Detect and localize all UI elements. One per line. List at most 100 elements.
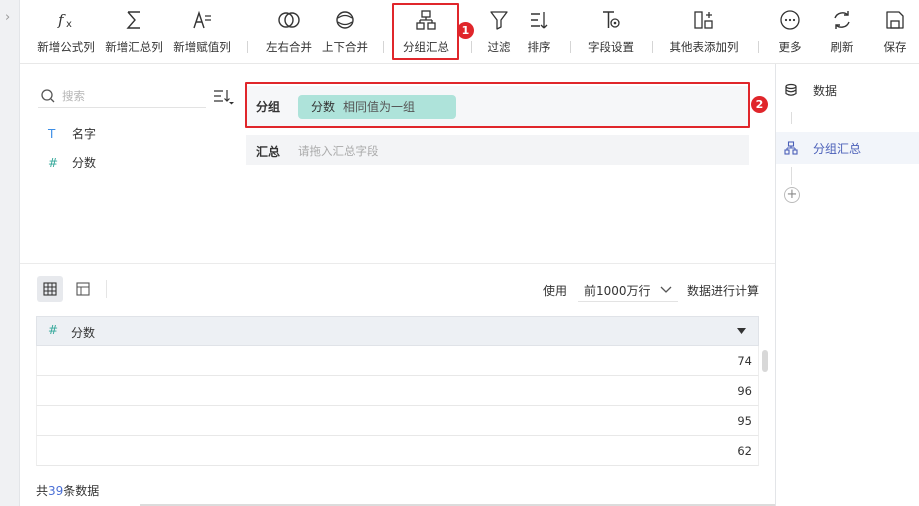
- number-type-icon: #: [48, 156, 59, 170]
- toolbar-divider: [758, 41, 759, 53]
- table-cell: 74: [737, 354, 752, 368]
- step-label: 分组汇总: [813, 142, 862, 156]
- filter-button[interactable]: 过滤: [480, 0, 518, 62]
- view-divider: [106, 280, 107, 298]
- app-window: › fx 新增公式列 新增汇总列 新增赋值列 左右合并 上下合并 分组汇总 过滤…: [0, 0, 919, 506]
- add-summary-column-button[interactable]: 新增汇总列: [102, 0, 166, 62]
- summary-label: 汇总: [256, 145, 281, 159]
- use-label: 使用: [543, 284, 568, 298]
- column-menu-icon[interactable]: [737, 328, 746, 334]
- field-name: 分数: [72, 156, 97, 170]
- add-column-from-other-table-button[interactable]: 其他表添加列: [664, 0, 744, 62]
- sort-button[interactable]: 排序: [520, 0, 558, 62]
- step-label: 数据: [813, 84, 838, 98]
- database-icon: [785, 83, 797, 96]
- field-settings-icon: [582, 9, 640, 31]
- steps-panel: 数据 分组汇总 +: [775, 64, 919, 506]
- add-step-button[interactable]: +: [784, 187, 800, 203]
- number-type-icon: #: [48, 323, 59, 337]
- group-tree-icon: [784, 141, 798, 155]
- search-icon: [41, 89, 55, 103]
- sort-icon: [520, 9, 558, 31]
- toolbar-label: 其他表添加列: [669, 40, 739, 54]
- table-cell: 62: [737, 444, 752, 458]
- table-row: 74: [36, 346, 759, 376]
- step-connector: [791, 112, 792, 124]
- toolbar-divider: [247, 41, 248, 53]
- add-formula-column-button[interactable]: fx 新增公式列: [34, 0, 98, 62]
- total-prefix: 共: [36, 484, 49, 498]
- toolbar-label: 刷新: [830, 40, 854, 54]
- step-connector: [791, 167, 792, 185]
- formula-icon: fx: [34, 9, 98, 31]
- merge-left-right-button[interactable]: 左右合并: [260, 0, 318, 62]
- total-number: 39: [48, 484, 64, 498]
- svg-text:x: x: [66, 19, 72, 30]
- field-sort-button[interactable]: [212, 88, 234, 106]
- step-group-summary[interactable]: 分组汇总: [776, 132, 919, 164]
- layout-icon: [76, 282, 90, 296]
- add-assign-column-button[interactable]: 新增赋值列: [170, 0, 234, 62]
- table-cell: 96: [737, 384, 752, 398]
- toolbar-label: 上下合并: [322, 40, 368, 54]
- highlight-box-group-summary: [392, 3, 459, 60]
- fields-panel: T 名字 # 分数: [20, 64, 242, 264]
- toolbar-divider: [471, 41, 472, 53]
- save-icon: [875, 9, 915, 31]
- toolbar-label: 排序: [527, 40, 551, 54]
- venn-icon: [260, 9, 318, 31]
- search-input[interactable]: [62, 87, 202, 105]
- filter-icon: [480, 9, 518, 31]
- add-column-icon: [664, 9, 744, 31]
- assign-icon: [170, 9, 234, 31]
- table-row: 96: [36, 376, 759, 406]
- refresh-icon: [822, 9, 862, 31]
- toolbar-label: 字段设置: [588, 40, 634, 54]
- rows-limit-value: 前1000万行: [584, 284, 651, 298]
- toolbar: fx 新增公式列 新增汇总列 新增赋值列 左右合并 上下合并 分组汇总 过滤 排…: [20, 0, 919, 64]
- summary-drop-placeholder: 请拖入汇总字段: [298, 144, 379, 158]
- more-icon: [770, 9, 810, 31]
- left-collapse-strip[interactable]: ›: [0, 0, 20, 506]
- toolbar-divider: [383, 41, 384, 53]
- more-button[interactable]: 更多: [770, 0, 810, 62]
- annotation-marker-2: 2: [751, 96, 768, 113]
- save-button[interactable]: 保存: [875, 0, 915, 62]
- text-type-icon: T: [48, 127, 56, 141]
- total-suffix: 条数据: [63, 484, 100, 498]
- column-header-score: 分数: [71, 326, 96, 340]
- svg-text:f: f: [57, 11, 66, 29]
- toolbar-label: 过滤: [487, 40, 511, 54]
- toolbar-label: 新增赋值列: [173, 40, 231, 54]
- table-scrollbar[interactable]: [762, 350, 768, 372]
- layout-view-button[interactable]: [70, 276, 96, 302]
- toolbar-label: 新增汇总列: [105, 40, 163, 54]
- toolbar-label: 更多: [778, 40, 802, 54]
- grid-icon: [43, 282, 57, 296]
- table-view-button[interactable]: [37, 276, 63, 302]
- union-icon: [316, 9, 374, 31]
- calc-label: 数据进行计算: [687, 284, 760, 298]
- toolbar-label: 新增公式列: [37, 40, 95, 54]
- table-header[interactable]: # 分数: [36, 316, 759, 346]
- chevron-right-icon[interactable]: ›: [5, 10, 10, 25]
- refresh-button[interactable]: 刷新: [822, 0, 862, 62]
- field-settings-button[interactable]: 字段设置: [582, 0, 640, 62]
- table-cell: 95: [737, 414, 752, 428]
- table-row: 95: [36, 406, 759, 436]
- chevron-down-icon: [660, 286, 672, 293]
- field-name: 名字: [72, 127, 97, 141]
- table-row: 62: [36, 436, 759, 466]
- sort-fields-icon: [214, 90, 234, 105]
- step-data[interactable]: 数据: [776, 74, 919, 106]
- summary-config-row[interactable]: 汇总 请拖入汇总字段: [246, 135, 749, 165]
- field-item-score[interactable]: # 分数: [48, 153, 96, 173]
- toolbar-divider: [570, 41, 571, 53]
- toolbar-label: 左右合并: [266, 40, 312, 54]
- total-count: 共39条数据: [36, 482, 99, 499]
- annotation-marker-1: 1: [457, 22, 474, 39]
- field-item-name[interactable]: T 名字: [48, 124, 96, 144]
- merge-top-bottom-button[interactable]: 上下合并: [316, 0, 374, 62]
- field-search[interactable]: [38, 86, 206, 108]
- rows-limit-select[interactable]: 前1000万行: [578, 277, 678, 302]
